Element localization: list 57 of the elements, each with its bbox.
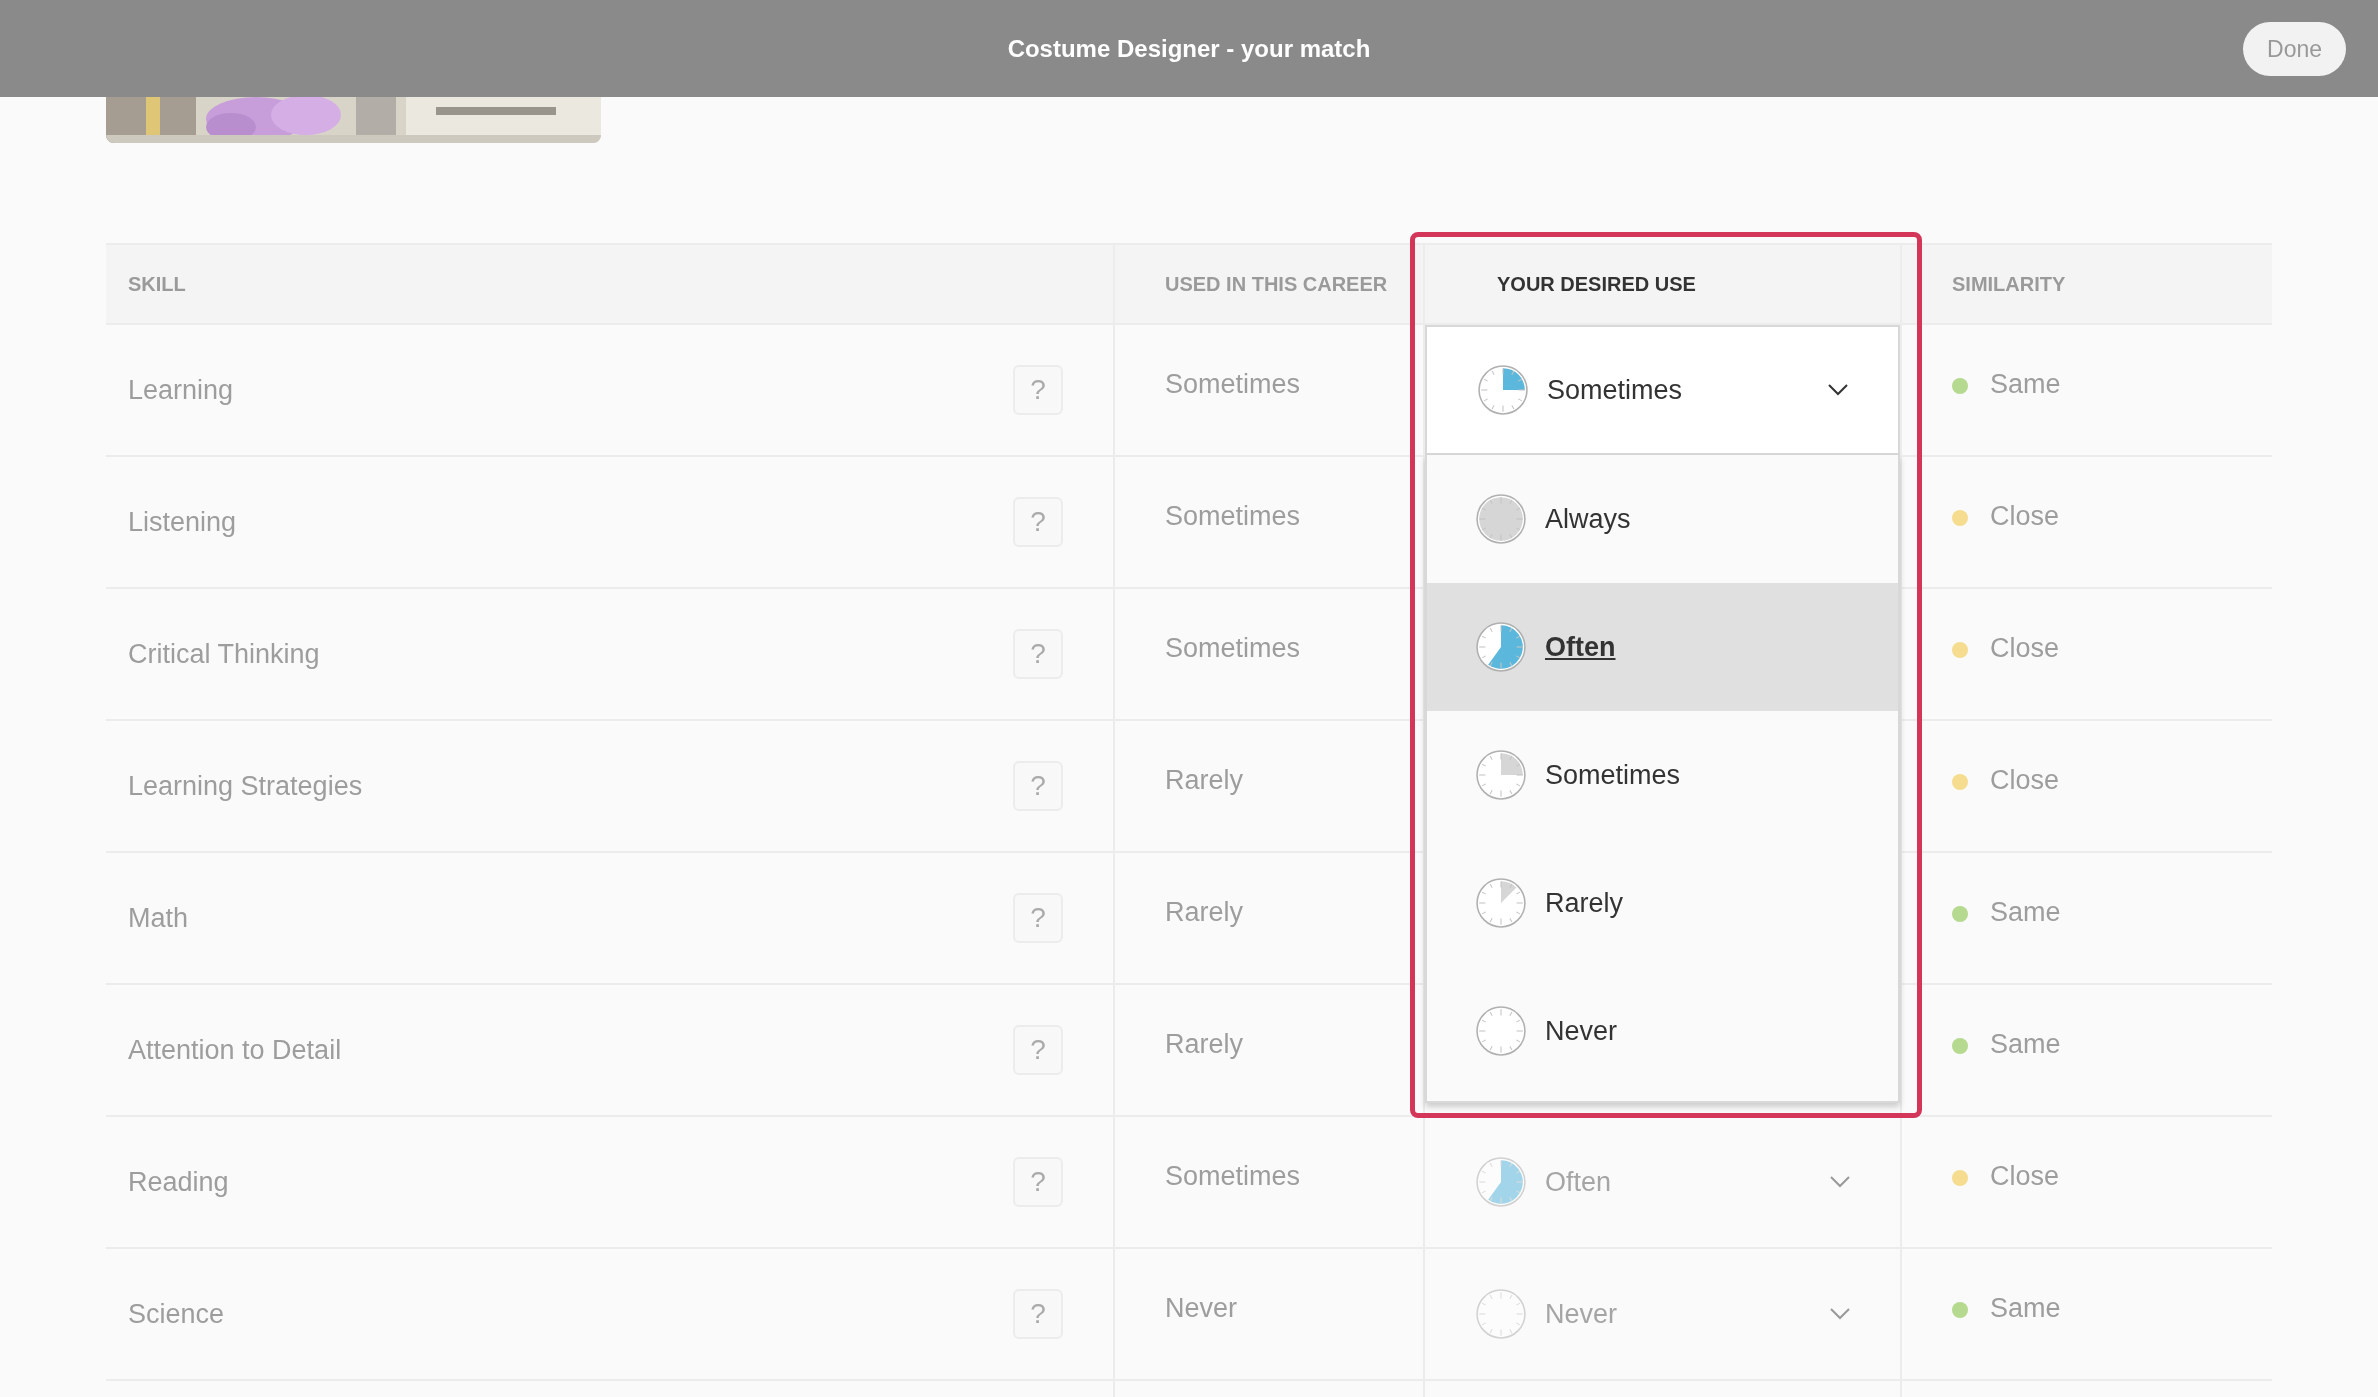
similarity-value: Same bbox=[1990, 369, 2061, 400]
clock-icon bbox=[1475, 621, 1527, 673]
usage-select[interactable]: Never bbox=[1425, 1249, 1900, 1379]
similarity-value: Same bbox=[1990, 1029, 2061, 1060]
usage-select[interactable]: Sometimes bbox=[1425, 325, 1900, 455]
usage-select[interactable]: Often bbox=[1425, 1117, 1900, 1247]
clock-icon bbox=[1475, 877, 1527, 929]
help-button[interactable]: ? bbox=[1013, 1025, 1063, 1075]
skill-name: Attention to Detail bbox=[128, 1034, 342, 1066]
skill-name: Science bbox=[128, 1298, 225, 1330]
done-button[interactable]: Done bbox=[2243, 22, 2346, 76]
clock-icon bbox=[1475, 1288, 1527, 1340]
skill-name: Reading bbox=[128, 1166, 229, 1198]
column-header: USED IN THIS CAREER bbox=[1165, 272, 1388, 296]
similarity-value: Close bbox=[1990, 501, 2060, 532]
similarity-value: Same bbox=[1990, 1293, 2061, 1324]
help-button[interactable]: ? bbox=[1013, 1157, 1063, 1207]
help-button[interactable]: ? bbox=[1013, 497, 1063, 547]
career-usage: Sometimes bbox=[1165, 1161, 1301, 1192]
career-usage: Rarely bbox=[1165, 765, 1244, 796]
career-usage: Sometimes bbox=[1165, 369, 1301, 400]
column-header: SIMILARITY bbox=[1952, 272, 2066, 296]
clock-icon bbox=[1475, 493, 1527, 545]
dropdown-option[interactable]: Rarely bbox=[1427, 839, 1898, 967]
help-button[interactable]: ? bbox=[1013, 1289, 1063, 1339]
career-usage: Sometimes bbox=[1165, 501, 1301, 532]
column-header: YOUR DESIRED USE bbox=[1497, 272, 1696, 296]
career-usage: Rarely bbox=[1165, 897, 1244, 928]
chevron-down-icon bbox=[1830, 1176, 1850, 1188]
clock-icon bbox=[1475, 1156, 1527, 1208]
similarity-value: Close bbox=[1990, 1161, 2060, 1192]
skill-name: Learning bbox=[128, 374, 234, 406]
similarity-value: Close bbox=[1990, 765, 2060, 796]
clock-icon bbox=[1477, 364, 1529, 416]
dropdown-option[interactable]: Always bbox=[1427, 455, 1898, 583]
help-button[interactable]: ? bbox=[1013, 761, 1063, 811]
clock-icon bbox=[1475, 749, 1527, 801]
page-title: Costume Designer - your match bbox=[1007, 34, 1371, 63]
career-usage: Sometimes bbox=[1165, 633, 1301, 664]
skill-name: Math bbox=[128, 902, 189, 934]
chevron-down-icon bbox=[1830, 1308, 1850, 1320]
help-button[interactable]: ? bbox=[1013, 365, 1063, 415]
help-button[interactable]: ? bbox=[1013, 629, 1063, 679]
dropdown-option[interactable]: Often bbox=[1427, 583, 1898, 711]
similarity-value: Same bbox=[1990, 897, 2061, 928]
clock-icon bbox=[1475, 1005, 1527, 1057]
skill-name: Listening bbox=[128, 506, 237, 538]
column-header: SKILL bbox=[128, 272, 186, 296]
skill-name: Critical Thinking bbox=[128, 638, 320, 670]
help-button[interactable]: ? bbox=[1013, 893, 1063, 943]
career-usage: Rarely bbox=[1165, 1029, 1244, 1060]
similarity-value: Close bbox=[1990, 633, 2060, 664]
dropdown-option[interactable]: Never bbox=[1427, 967, 1898, 1095]
chevron-down-icon bbox=[1828, 384, 1848, 396]
dropdown-option[interactable]: Sometimes bbox=[1427, 711, 1898, 839]
skill-name: Learning Strategies bbox=[128, 770, 363, 802]
career-usage: Never bbox=[1165, 1293, 1238, 1324]
